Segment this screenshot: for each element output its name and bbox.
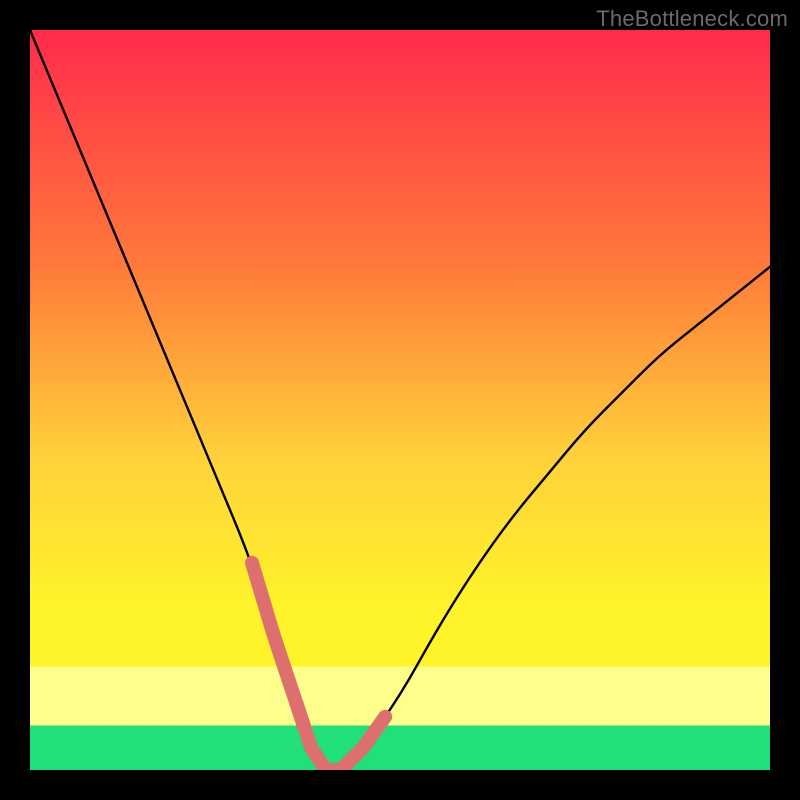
- watermark-text: TheBottleneck.com: [596, 6, 788, 32]
- chart-frame: TheBottleneck.com: [0, 0, 800, 800]
- gradient-background: [30, 30, 770, 770]
- plot-area: [30, 30, 770, 770]
- bottleneck-chart: [30, 30, 770, 770]
